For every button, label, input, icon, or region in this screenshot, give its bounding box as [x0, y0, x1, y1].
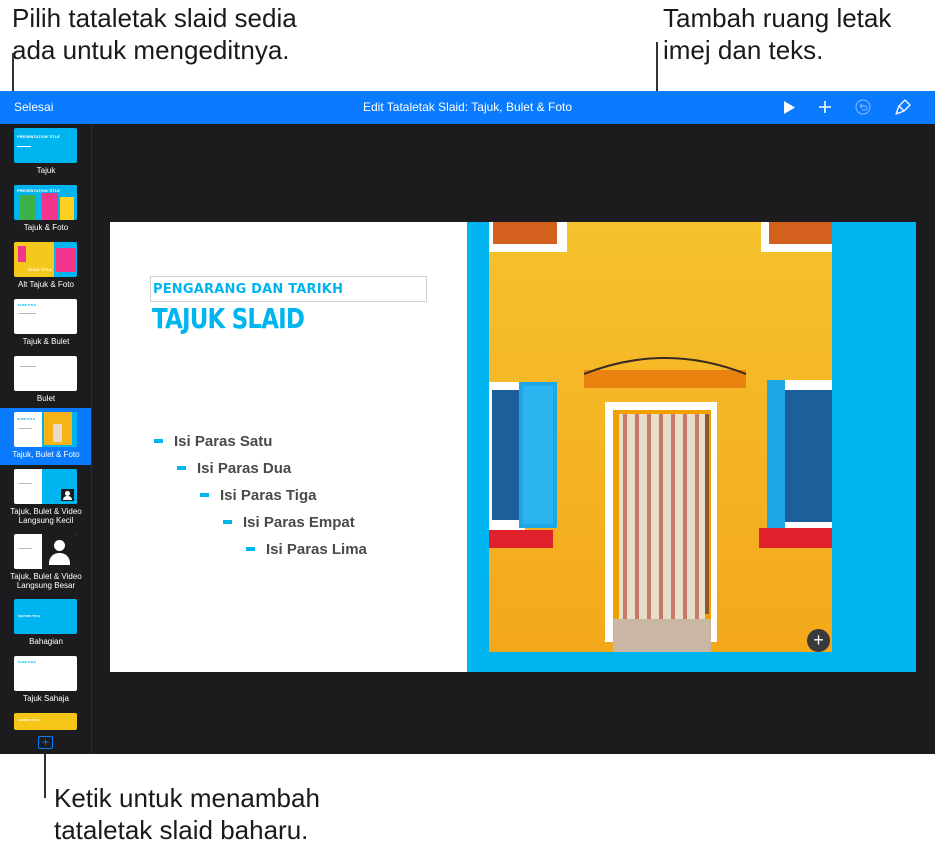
layout-thumbnail: SLIDE TITLE	[14, 656, 77, 691]
layout-thumbnail: PRESENTATION TITLE	[14, 185, 77, 220]
thumbnail-photo-person	[42, 193, 58, 220]
thumbnail-text: SECTION TITLE	[18, 614, 41, 618]
thumbnail-text: SLIDE TITLE	[17, 417, 35, 421]
thumbnail-text: SLIDE TITLE	[18, 660, 36, 664]
thumbnail-text: SLIDE TITLE	[18, 303, 36, 307]
thumbnail-photo-person	[60, 197, 74, 220]
slide-canvas: PENGARANG DAN TARIKH TAJUK SLAID Isi Par…	[110, 222, 916, 672]
callout-line: Ketik untuk menambah	[54, 783, 320, 813]
bullet-level-2[interactable]: Isi Paras Dua	[177, 460, 291, 477]
thumbnail-photo-person	[20, 195, 36, 220]
author-date-text: PENGARANG DAN TARIKH	[153, 282, 344, 297]
bullet-text: Isi Paras Dua	[197, 460, 292, 477]
layout-item-tajuk-bulet-foto[interactable]: SLIDE TITLE Tajuk, Bulet & Foto	[0, 408, 91, 465]
layout-label: Tajuk Sahaja	[23, 694, 69, 703]
add-layout-button[interactable]: +	[38, 736, 53, 749]
layout-item-tajuk-bulet[interactable]: SLIDE TITLE Tajuk & Bulet	[0, 295, 91, 352]
bullet-level-1[interactable]: Isi Paras Satu	[154, 433, 272, 450]
author-date-placeholder[interactable]: PENGARANG DAN TARIKH	[150, 276, 427, 302]
photo-placeholder[interactable]	[489, 222, 832, 652]
layout-label: Alt Tajuk & Foto	[18, 280, 74, 289]
callout-line: imej dan teks.	[663, 35, 824, 65]
callout-line: Pilih tataletak slaid sedia	[12, 3, 297, 33]
layout-item-bulet[interactable]: Bulet	[0, 352, 91, 409]
thumbnail-photo-door	[53, 424, 62, 442]
bullet-marker	[223, 520, 232, 525]
thumbnail-text: AGENDA TITLE	[18, 718, 41, 722]
photo-image	[489, 222, 832, 652]
layout-item-tajuk[interactable]: PRESENTATION TITLE Tajuk	[0, 124, 91, 181]
thumbnail-line	[20, 366, 36, 367]
plus-icon[interactable]	[814, 96, 836, 118]
bullet-text: Isi Paras Lima	[266, 541, 367, 558]
bullet-level-3[interactable]: Isi Paras Tiga	[200, 487, 316, 504]
door-curtain	[619, 414, 705, 619]
bullet-marker	[246, 547, 255, 552]
undo-icon[interactable]	[852, 96, 874, 118]
callout-add-placeholder: Tambah ruang letak imej dan teks.	[663, 2, 891, 66]
layout-item-tajuk-foto[interactable]: PRESENTATION TITLE Tajuk & Foto	[0, 181, 91, 238]
layout-thumbnail: SLIDE TITLE	[14, 299, 77, 334]
callout-line: tataletak slaid baharu.	[54, 815, 309, 845]
bullet-text: Isi Paras Tiga	[220, 487, 317, 504]
thumbnail-text: SLIDE TITLE	[28, 267, 52, 272]
bullet-marker	[154, 439, 163, 444]
thumbnail-photo-shape	[18, 246, 26, 262]
layout-label: Tajuk & Bulet	[22, 337, 70, 346]
bullet-text: Isi Paras Empat	[243, 514, 355, 531]
callout-line: ada untuk mengeditnya.	[12, 35, 290, 65]
thumbnail-text: PRESENTATION TITLE	[17, 188, 60, 193]
slide-title-placeholder[interactable]: TAJUK SLAID	[152, 302, 305, 335]
layout-thumbnail: AGENDA TITLE	[14, 713, 77, 730]
layout-item-alt-tajuk-foto[interactable]: SLIDE TITLE Alt Tajuk & Foto	[0, 238, 91, 295]
format-brush-icon[interactable]	[892, 96, 914, 118]
layout-thumbnail	[14, 534, 77, 569]
play-icon[interactable]	[778, 96, 800, 118]
thumbnail-line	[18, 548, 32, 549]
plus-circle-icon: +	[813, 630, 824, 650]
bullet-marker	[200, 493, 209, 498]
layout-label: Tajuk, Bulet & Foto	[12, 450, 80, 459]
layout-thumbnail: SLIDE TITLE	[14, 412, 77, 447]
layout-thumbnail: SECTION TITLE	[14, 599, 77, 634]
thumbnail-text: PRESENTATION TITLE	[17, 134, 60, 139]
bullet-marker	[177, 466, 186, 471]
callout-add-layout: Ketik untuk menambah tataletak slaid bah…	[54, 782, 320, 846]
callout-choose-layout: Pilih tataletak slaid sedia ada untuk me…	[12, 2, 297, 66]
callout-leader-line	[44, 748, 46, 798]
plus-square-icon: +	[41, 735, 49, 749]
layout-label: Tajuk	[36, 166, 56, 175]
layout-label: Bulet	[36, 394, 56, 403]
bullet-level-4[interactable]: Isi Paras Empat	[223, 514, 355, 531]
layout-thumbnail: SLIDE TITLE	[14, 242, 77, 277]
bullet-text: Isi Paras Satu	[174, 433, 273, 450]
annotated-screenshot: Pilih tataletak slaid sedia ada untuk me…	[0, 0, 935, 857]
live-video-icon	[42, 534, 77, 569]
bullet-level-5[interactable]: Isi Paras Lima	[246, 541, 367, 558]
thumbnail-line	[17, 146, 31, 147]
layout-item-bahagian[interactable]: SECTION TITLE Bahagian	[0, 595, 91, 652]
add-media-button[interactable]: +	[807, 629, 830, 652]
toolbar: Selesai Edit Tataletak Slaid: Tajuk, Bul…	[0, 91, 935, 124]
keynote-app-window: Selesai Edit Tataletak Slaid: Tajuk, Bul…	[0, 91, 935, 754]
layout-item-tajuk-sahaja[interactable]: SLIDE TITLE Tajuk Sahaja	[0, 652, 91, 709]
layout-label: Tajuk & Foto	[23, 223, 69, 232]
thumbnail-line	[18, 428, 32, 429]
layout-item-bulet-video-besar[interactable]: Tajuk, Bulet & Video Langsung Besar	[0, 530, 91, 590]
live-video-icon	[61, 489, 74, 501]
layout-navigator: PRESENTATION TITLE Tajuk PRESENTATION TI…	[0, 124, 92, 754]
layout-item-bulet-video-kecil[interactable]: Tajuk, Bulet & Video Langsung Kecil	[0, 465, 91, 525]
layout-thumbnail	[14, 356, 77, 391]
layout-thumbnail: PRESENTATION TITLE	[14, 128, 77, 163]
thumbnail-photo-shape	[56, 248, 76, 272]
thumbnail-line	[18, 483, 32, 484]
layout-thumbnail	[14, 469, 77, 504]
layout-label: Tajuk, Bulet & Video Langsung Kecil	[10, 507, 82, 525]
thumbnail-line	[18, 313, 36, 314]
callout-line: Tambah ruang letak	[663, 3, 892, 33]
layout-label: Tajuk, Bulet & Video Langsung Besar	[10, 572, 82, 590]
layout-label: Bahagian	[29, 637, 63, 646]
